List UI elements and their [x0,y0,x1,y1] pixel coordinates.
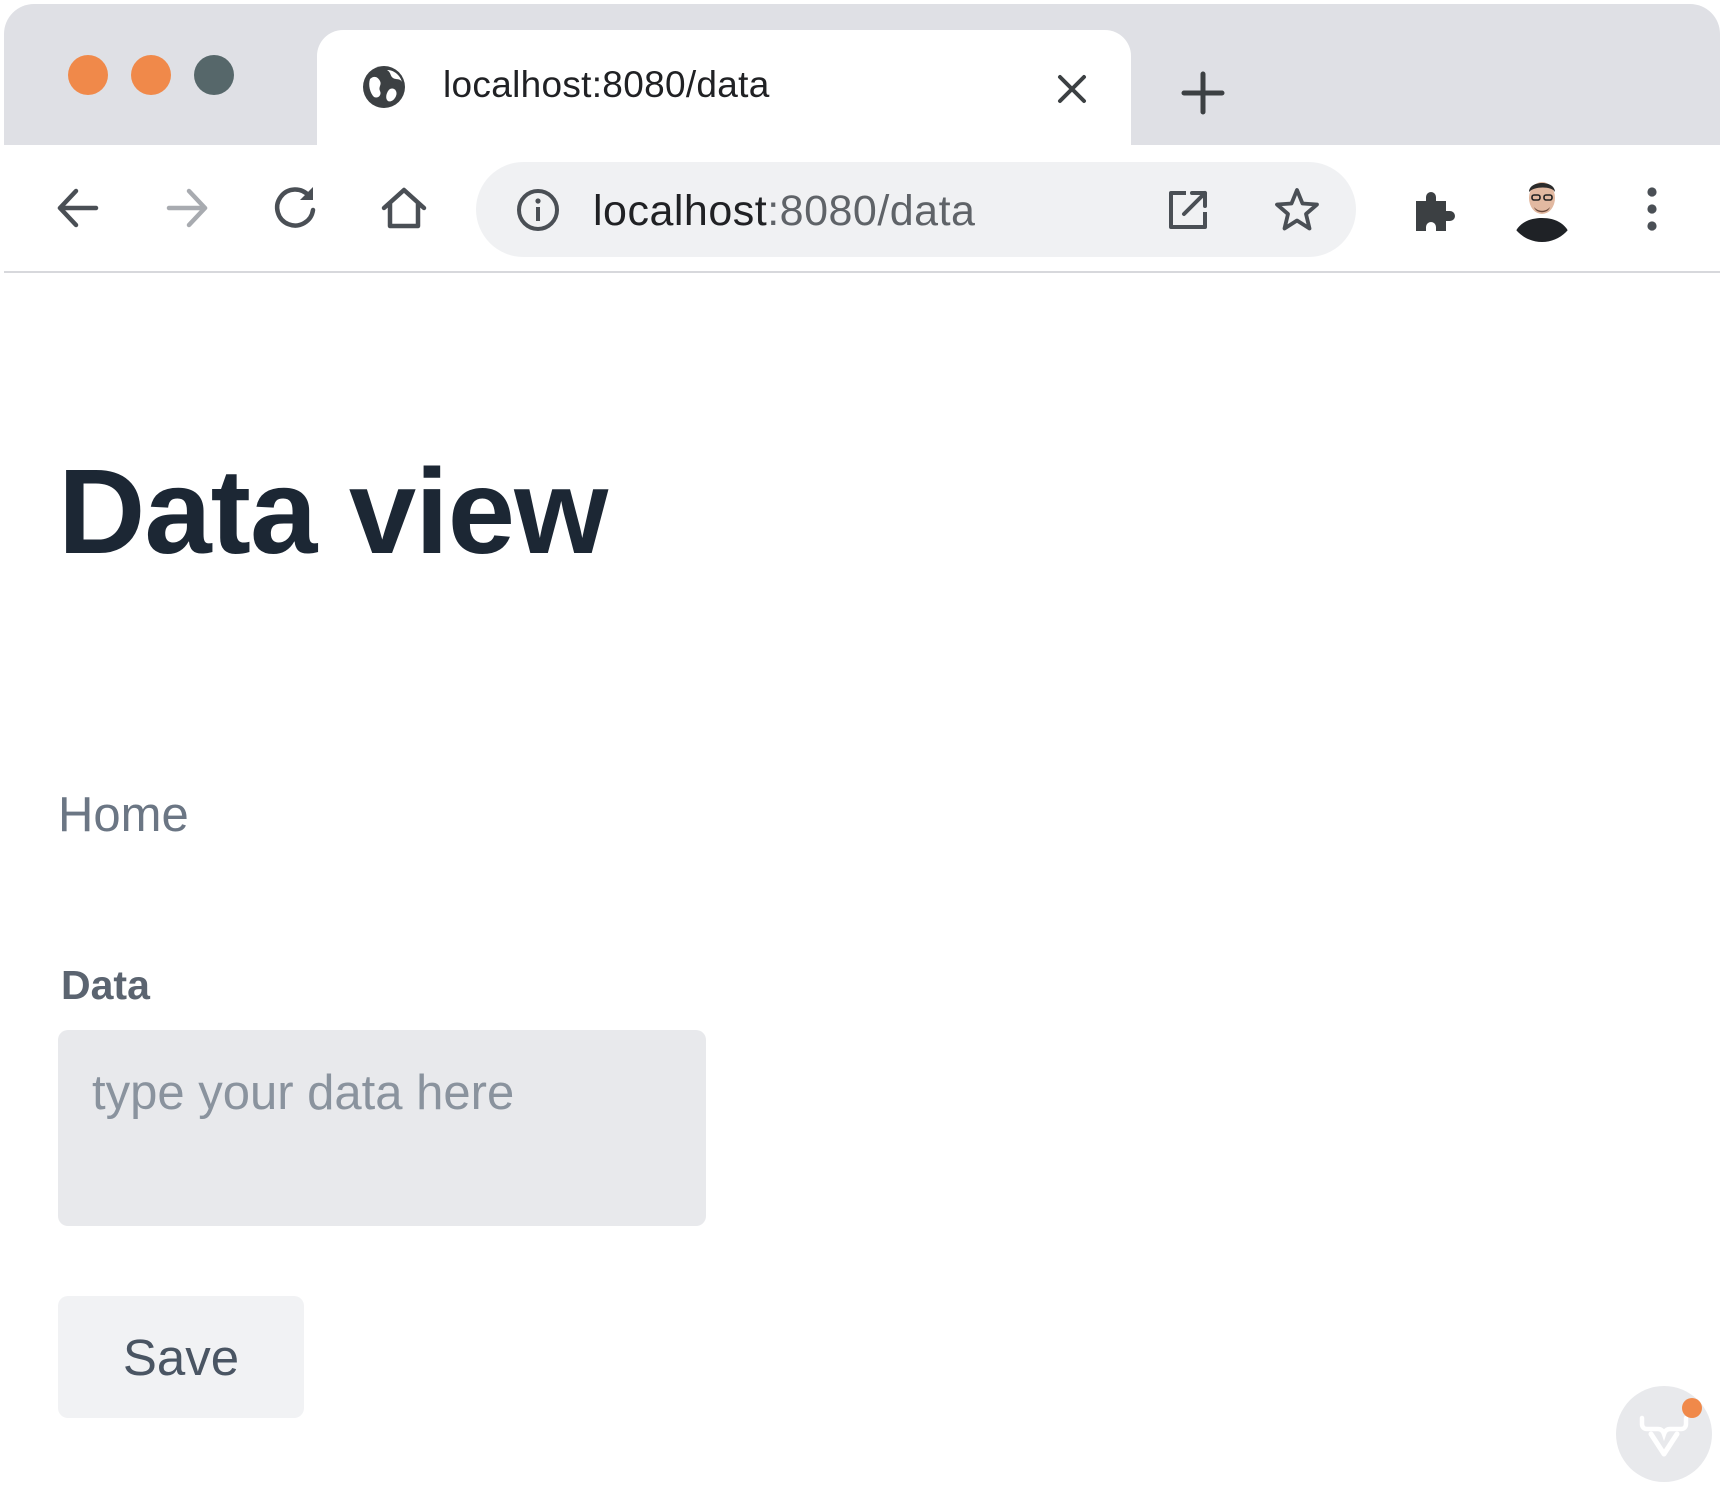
save-button[interactable]: Save [58,1296,304,1418]
home-icon[interactable] [378,182,430,234]
puzzle-icon[interactable] [1408,183,1460,235]
reload-icon[interactable] [269,182,321,234]
arrow-right-icon[interactable] [161,182,213,234]
page-title: Data view [58,443,608,579]
address-bar[interactable]: localhost:8080/data [476,162,1356,257]
home-link[interactable]: Home [58,787,189,843]
notification-dot [1682,1398,1702,1418]
plus-icon[interactable] [1180,70,1226,116]
globe-icon [363,66,405,108]
tab-title: localhost:8080/data [443,64,770,105]
data-textarea[interactable] [58,1030,706,1226]
browser-toolbar: localhost:8080/data [4,145,1720,273]
close-icon[interactable] [1055,72,1089,106]
info-icon[interactable] [516,188,560,232]
address-path: :8080/data [767,187,976,235]
avatar[interactable] [1508,174,1576,242]
dev-tools-badge[interactable] [1616,1386,1712,1482]
window-maximize-button[interactable] [194,55,234,95]
data-field-label: Data [61,962,150,1008]
window-minimize-button[interactable] [131,55,171,95]
open-in-new-icon[interactable] [1166,188,1210,232]
address-host: localhost [593,187,768,235]
address-url[interactable]: localhost:8080/data [593,187,975,236]
star-icon[interactable] [1273,186,1321,234]
more-vert-icon[interactable] [1626,183,1678,235]
arrow-left-icon[interactable] [52,182,104,234]
browser-window: localhost:8080/data localhost:8080/data … [4,4,1720,1492]
vaadin-icon [1639,1415,1689,1457]
tab-strip: localhost:8080/data [4,4,1720,190]
window-close-button[interactable] [68,55,108,95]
